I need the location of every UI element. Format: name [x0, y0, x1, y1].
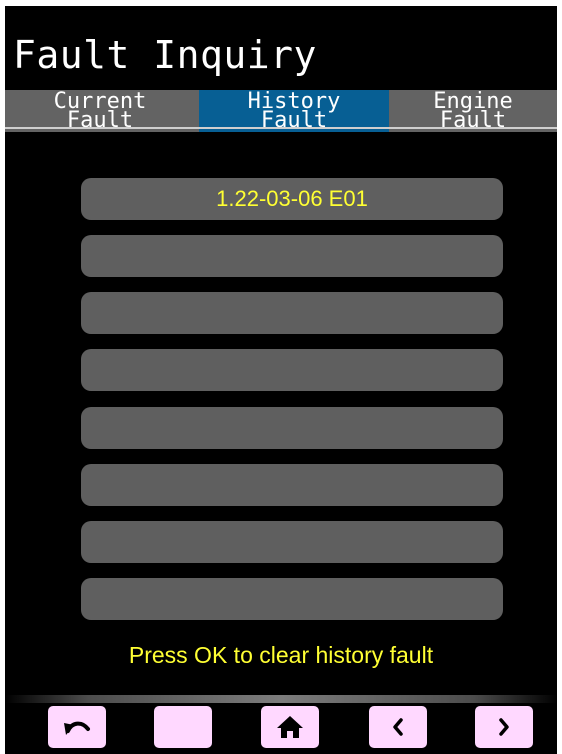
- home-icon: [276, 714, 304, 740]
- blank-button[interactable]: [154, 706, 212, 748]
- fault-inquiry-screen: Fault Inquiry Current Fault History Faul…: [5, 6, 557, 754]
- next-button[interactable]: [475, 706, 533, 748]
- history-fault-slot[interactable]: [81, 292, 503, 334]
- history-fault-slot[interactable]: [81, 407, 503, 449]
- tab-bar: Current Fault History Fault Engine Fault: [5, 90, 557, 132]
- history-fault-slot[interactable]: [81, 235, 503, 277]
- chevron-right-icon: [496, 716, 512, 738]
- history-fault-slot[interactable]: 1.22-03-06 E01: [81, 178, 503, 220]
- history-fault-slot[interactable]: [81, 464, 503, 506]
- back-icon: [62, 715, 92, 739]
- history-fault-slot[interactable]: [81, 521, 503, 563]
- nav-divider: [5, 695, 557, 703]
- history-fault-slot[interactable]: [81, 349, 503, 391]
- chevron-left-icon: [390, 716, 406, 738]
- page-title: Fault Inquiry: [13, 33, 317, 77]
- tab-current-fault[interactable]: Current Fault: [5, 90, 195, 132]
- back-button[interactable]: [48, 706, 106, 748]
- tab-underline: [5, 127, 557, 129]
- tab-engine-fault[interactable]: Engine Fault: [389, 90, 557, 132]
- home-button[interactable]: [261, 706, 319, 748]
- tab-history-fault[interactable]: History Fault: [199, 90, 389, 132]
- previous-button[interactable]: [369, 706, 427, 748]
- clear-history-hint: Press OK to clear history fault: [128, 642, 434, 668]
- history-fault-slot[interactable]: [81, 578, 503, 620]
